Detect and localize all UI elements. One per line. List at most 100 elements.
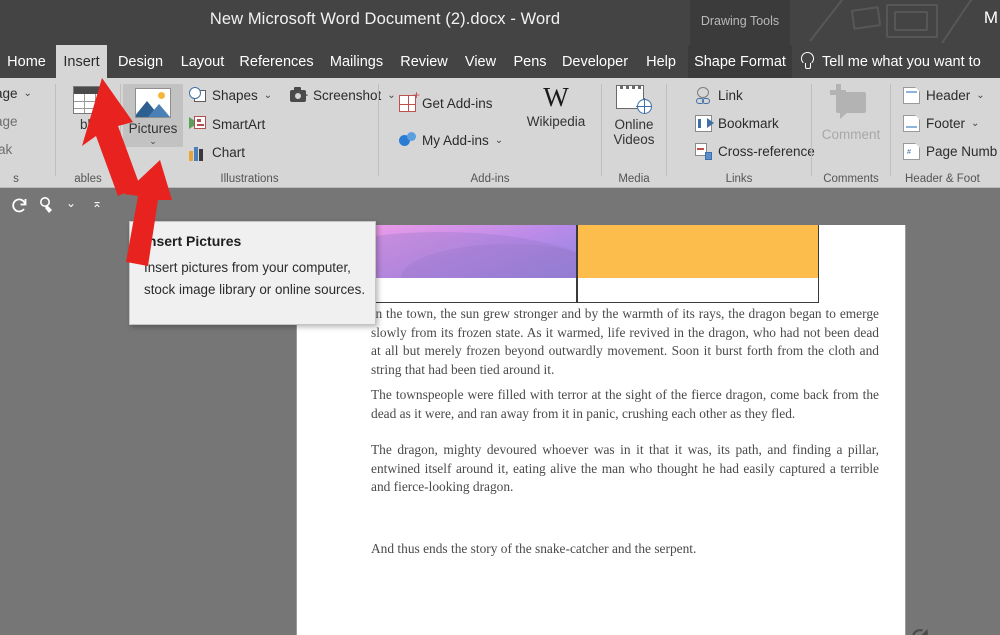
smartart-button[interactable]: SmartArt xyxy=(189,116,265,133)
tab-help[interactable]: Help xyxy=(639,45,683,78)
link-button[interactable]: Link xyxy=(695,87,743,104)
bookmark-button[interactable]: Bookmark xyxy=(695,115,779,132)
ribbon-group-comments: Comment Comments xyxy=(814,78,888,188)
tab-layout[interactable]: Layout xyxy=(175,45,230,78)
comment-button-label: Comment xyxy=(821,127,881,142)
page-number-button[interactable]: # Page Numb xyxy=(903,143,997,160)
insert-pictures-tooltip: Insert Pictures Insert pictures from you… xyxy=(129,221,376,325)
group-separator xyxy=(55,84,56,176)
titlebar-decorative-art xyxy=(790,0,1000,45)
page-number-icon: # xyxy=(903,143,920,160)
wikipedia-button[interactable]: W Wikipedia xyxy=(520,84,592,130)
tab-home[interactable]: Home xyxy=(0,45,53,78)
tab-references[interactable]: References xyxy=(235,45,318,78)
screenshot-button[interactable]: + Screenshot ⌄ xyxy=(290,87,396,104)
paragraph-3[interactable]: The dragon, mighty devoured whoever was … xyxy=(371,441,879,497)
ribbon-group-links: Link Bookmark Cross-reference Links xyxy=(669,78,815,188)
document-page[interactable]: In the town, the sun grew stronger and b… xyxy=(297,225,928,635)
customize-qat-chevron-down-icon[interactable]: ⌄ xyxy=(66,196,76,210)
tooltip-body: Insert pictures from your computer, stoc… xyxy=(144,260,366,297)
tab-shape-format[interactable]: Shape Format xyxy=(688,45,792,78)
link-icon xyxy=(695,87,712,104)
ribbon-group-label-header-footer: Header & Foot xyxy=(905,173,980,185)
smartart-label: SmartArt xyxy=(212,117,266,132)
tab-developer[interactable]: Developer xyxy=(555,45,635,78)
pictures-button-label: Pictures xyxy=(128,121,178,136)
blank-page-button[interactable]: Page xyxy=(0,114,18,129)
lightbulb-icon xyxy=(800,52,815,71)
bookmark-label: Bookmark xyxy=(718,116,779,131)
ribbon-group-label-pages: s xyxy=(13,173,19,185)
touch-mode-icon[interactable] xyxy=(38,196,58,221)
ribbon-group-label-tables: ables xyxy=(74,173,102,185)
get-addins-button[interactable]: + Get Add-ins xyxy=(399,89,493,112)
cover-page-button[interactable]: Page ⌄ xyxy=(0,86,32,101)
tell-me-search[interactable]: Tell me what you want to xyxy=(800,45,981,78)
ribbon-group-media: Online Videos Media xyxy=(604,78,664,188)
cross-reference-button[interactable]: Cross-reference xyxy=(695,143,815,160)
tab-insert[interactable]: Insert xyxy=(56,45,107,78)
cross-reference-label: Cross-reference xyxy=(718,144,815,159)
smartart-icon xyxy=(189,116,206,133)
cross-reference-icon xyxy=(695,143,712,160)
table-icon xyxy=(73,86,105,114)
page-break-button[interactable]: reak xyxy=(0,142,12,157)
ribbon-group-label-addins: Add-ins xyxy=(470,173,510,185)
bookmark-icon xyxy=(695,115,714,132)
rotate-handle-icon[interactable] xyxy=(909,626,933,635)
ribbon-tab-strip: Home Insert Design Layout References Mai… xyxy=(0,45,1000,78)
online-videos-icon xyxy=(616,84,652,114)
paragraph-1[interactable]: In the town, the sun grew stronger and b… xyxy=(371,305,879,379)
link-label: Link xyxy=(718,88,743,103)
tab-design[interactable]: Design xyxy=(112,45,169,78)
paragraph-4[interactable]: And thus ends the story of the snake-cat… xyxy=(371,540,879,559)
header-page-icon xyxy=(903,87,920,104)
ribbon-group-label-comments: Comments xyxy=(823,173,879,185)
get-addins-label: Get Add-ins xyxy=(422,96,493,111)
group-separator xyxy=(890,84,891,176)
my-addins-label: My Add-ins xyxy=(422,133,489,148)
footer-page-icon xyxy=(903,115,920,132)
account-label: M xyxy=(983,8,998,27)
chart-button[interactable]: Chart xyxy=(189,144,245,161)
footer-label: Footer xyxy=(926,116,966,131)
ribbon-group-label-illustrations: Illustrations xyxy=(220,173,279,185)
shapes-icon xyxy=(189,87,206,104)
tab-pens[interactable]: Pens xyxy=(508,45,552,78)
header-button[interactable]: Header ⌄ xyxy=(903,87,985,104)
chevron-down-icon: ⌄ xyxy=(263,90,273,101)
shapes-button[interactable]: Shapes ⌄ xyxy=(189,87,272,104)
chart-icon xyxy=(189,144,206,161)
my-addins-button[interactable]: My Add-ins ⌄ xyxy=(399,132,503,149)
ribbon-display-options-icon[interactable]: ⌅ xyxy=(92,196,102,210)
window-title: New Microsoft Word Document (2).docx - W… xyxy=(209,10,561,28)
group-separator xyxy=(601,84,602,176)
table-button[interactable]: ble ⌄ xyxy=(58,86,120,142)
pictures-button[interactable]: Pictures ⌄ xyxy=(123,84,183,147)
tab-review[interactable]: Review xyxy=(396,45,452,78)
tell-me-label: Tell me what you want to xyxy=(822,53,981,70)
paragraph-2[interactable]: The townspeople were filled with terror … xyxy=(371,386,879,423)
footer-button[interactable]: Footer ⌄ xyxy=(903,115,979,132)
online-videos-label: Online Videos xyxy=(613,117,655,147)
chevron-down-icon: ⌄ xyxy=(971,118,980,129)
wikipedia-label: Wikipedia xyxy=(526,114,586,129)
my-addins-icon xyxy=(399,132,416,149)
ribbon-group-pages: Page ⌄ Page reak s xyxy=(0,78,54,188)
online-videos-button[interactable]: Online Videos xyxy=(603,84,665,147)
chevron-down-icon: ⌄ xyxy=(23,88,32,99)
group-separator xyxy=(811,84,812,176)
pictures-icon xyxy=(135,88,171,118)
orange-image[interactable] xyxy=(578,225,818,278)
chevron-down-icon: ⌄ xyxy=(494,135,504,146)
tab-view[interactable]: View xyxy=(458,45,503,78)
quick-access-toolbar: ⌄ ⌅ xyxy=(0,188,1000,225)
table-cell-right[interactable] xyxy=(577,225,819,303)
tooltip-title: Insert Pictures xyxy=(144,233,242,249)
ribbon-group-tables: ble ⌄ ables xyxy=(58,78,118,188)
ribbon-group-label-media: Media xyxy=(618,173,650,185)
tab-mailings[interactable]: Mailings xyxy=(322,45,391,78)
group-separator xyxy=(666,84,667,176)
group-separator xyxy=(120,84,121,176)
redo-icon[interactable] xyxy=(10,196,30,221)
